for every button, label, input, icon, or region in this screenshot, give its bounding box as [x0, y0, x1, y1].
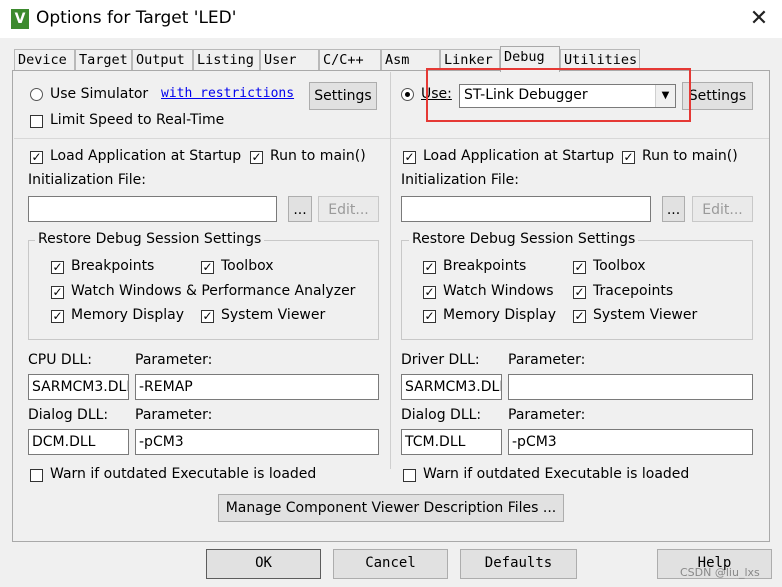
- left-run-to-main-label: Run to main(): [270, 148, 366, 164]
- right-warn-outdated-checkbox[interactable]: [403, 469, 416, 482]
- right-load-app-checkbox[interactable]: ✓: [403, 151, 416, 164]
- right-system-viewer-label: System Viewer: [593, 307, 698, 323]
- right-tracepoints-checkbox[interactable]: ✓: [573, 286, 586, 299]
- tab-output[interactable]: Output: [132, 49, 193, 71]
- right-toolbox-label: Toolbox: [593, 258, 646, 274]
- driver-dll-label: Driver DLL:: [401, 352, 480, 368]
- right-dialog-dll-label: Dialog DLL:: [401, 407, 482, 423]
- close-icon[interactable]: ✕: [741, 4, 777, 34]
- left-breakpoints-label: Breakpoints: [71, 258, 155, 274]
- right-watch-windows-checkbox[interactable]: ✓: [423, 286, 436, 299]
- right-breakpoints-label: Breakpoints: [443, 258, 527, 274]
- driver-dll-input[interactable]: SARMCM3.DLL: [401, 374, 502, 400]
- driver-parameter-input[interactable]: [508, 374, 753, 400]
- right-run-to-main-checkbox[interactable]: ✓: [622, 151, 635, 164]
- cpu-parameter-input[interactable]: -REMAP: [135, 374, 379, 400]
- tab-device[interactable]: Device: [14, 49, 75, 71]
- driver-parameter-label: Parameter:: [508, 352, 586, 368]
- left-memory-display-label: Memory Display: [71, 307, 184, 323]
- with-restrictions-link[interactable]: with restrictions: [161, 86, 294, 101]
- keil-uvision-icon: V: [11, 9, 29, 29]
- right-memory-display-label: Memory Display: [443, 307, 556, 323]
- cpu-parameter-label: Parameter:: [135, 352, 213, 368]
- left-dialog-dll-input[interactable]: DCM.DLL: [28, 429, 129, 455]
- right-tracepoints-label: Tracepoints: [593, 283, 674, 299]
- right-browse-button[interactable]: ...: [662, 196, 685, 222]
- debugger-highlight-box: [426, 68, 691, 122]
- tab-listing[interactable]: Listing: [193, 49, 260, 71]
- cpu-dll-label: CPU DLL:: [28, 352, 93, 368]
- right-warn-outdated-label: Warn if outdated Executable is loaded: [423, 466, 690, 482]
- left-edit-button[interactable]: Edit...: [318, 196, 379, 222]
- left-run-to-main-checkbox[interactable]: ✓: [250, 151, 263, 164]
- left-system-viewer-label: System Viewer: [221, 307, 326, 323]
- manage-component-viewer-button[interactable]: Manage Component Viewer Description File…: [218, 494, 564, 522]
- right-init-file-label: Initialization File:: [401, 172, 519, 188]
- use-debugger-radio[interactable]: [401, 88, 414, 101]
- left-warn-outdated-label: Warn if outdated Executable is loaded: [50, 466, 317, 482]
- left-warn-outdated-checkbox[interactable]: [30, 469, 43, 482]
- right-dialog-parameter-label: Parameter:: [508, 407, 586, 423]
- left-browse-button[interactable]: ...: [288, 196, 312, 222]
- tab-target[interactable]: Target: [75, 49, 132, 71]
- left-system-viewer-checkbox[interactable]: ✓: [201, 310, 214, 323]
- left-load-app-label: Load Application at Startup: [50, 148, 242, 164]
- left-breakpoints-checkbox[interactable]: ✓: [51, 261, 64, 274]
- use-simulator-radio[interactable]: [30, 88, 43, 101]
- title-bar: V Options for Target 'LED' ✕: [0, 0, 782, 38]
- left-init-file-input[interactable]: [28, 196, 277, 222]
- right-separator: [391, 138, 769, 139]
- defaults-button[interactable]: Defaults: [460, 549, 577, 579]
- right-system-viewer-checkbox[interactable]: ✓: [573, 310, 586, 323]
- left-memory-display-checkbox[interactable]: ✓: [51, 310, 64, 323]
- right-restore-title: Restore Debug Session Settings: [409, 231, 639, 247]
- left-toolbox-label: Toolbox: [221, 258, 274, 274]
- cancel-button[interactable]: Cancel: [333, 549, 448, 579]
- right-dialog-dll-input[interactable]: TCM.DLL: [401, 429, 502, 455]
- right-memory-display-checkbox[interactable]: ✓: [423, 310, 436, 323]
- left-dialog-parameter-input[interactable]: -pCM3: [135, 429, 379, 455]
- ok-button[interactable]: OK: [206, 549, 321, 579]
- watermark: CSDN @liu_lxs: [680, 566, 760, 579]
- limit-speed-checkbox[interactable]: [30, 115, 43, 128]
- right-edit-button[interactable]: Edit...: [692, 196, 753, 222]
- right-watch-windows-label: Watch Windows: [443, 283, 554, 299]
- tab-user[interactable]: User: [260, 49, 319, 71]
- left-load-app-checkbox[interactable]: ✓: [30, 151, 43, 164]
- window-title: Options for Target 'LED': [36, 8, 237, 28]
- left-watch-windows-checkbox[interactable]: ✓: [51, 286, 64, 299]
- right-dialog-parameter-input[interactable]: -pCM3: [508, 429, 753, 455]
- simulator-settings-button[interactable]: Settings: [309, 82, 377, 110]
- limit-speed-label: Limit Speed to Real-Time: [50, 112, 225, 128]
- right-run-to-main-label: Run to main(): [642, 148, 738, 164]
- cpu-dll-input[interactable]: SARMCM3.DLL: [28, 374, 129, 400]
- right-breakpoints-checkbox[interactable]: ✓: [423, 261, 436, 274]
- left-restore-title: Restore Debug Session Settings: [35, 231, 265, 247]
- right-init-file-input[interactable]: [401, 196, 651, 222]
- right-load-app-label: Load Application at Startup: [423, 148, 615, 164]
- use-simulator-label: Use Simulator: [50, 86, 149, 102]
- left-separator: [14, 138, 390, 139]
- column-divider: [390, 72, 391, 469]
- left-init-file-label: Initialization File:: [28, 172, 146, 188]
- left-dialog-parameter-label: Parameter:: [135, 407, 213, 423]
- left-dialog-dll-label: Dialog DLL:: [28, 407, 109, 423]
- left-toolbox-checkbox[interactable]: ✓: [201, 261, 214, 274]
- tab-c-cpp[interactable]: C/C++: [319, 49, 381, 71]
- debugger-settings-button[interactable]: Settings: [682, 82, 753, 110]
- right-toolbox-checkbox[interactable]: ✓: [573, 261, 586, 274]
- left-watch-windows-label: Watch Windows & Performance Analyzer: [71, 283, 356, 299]
